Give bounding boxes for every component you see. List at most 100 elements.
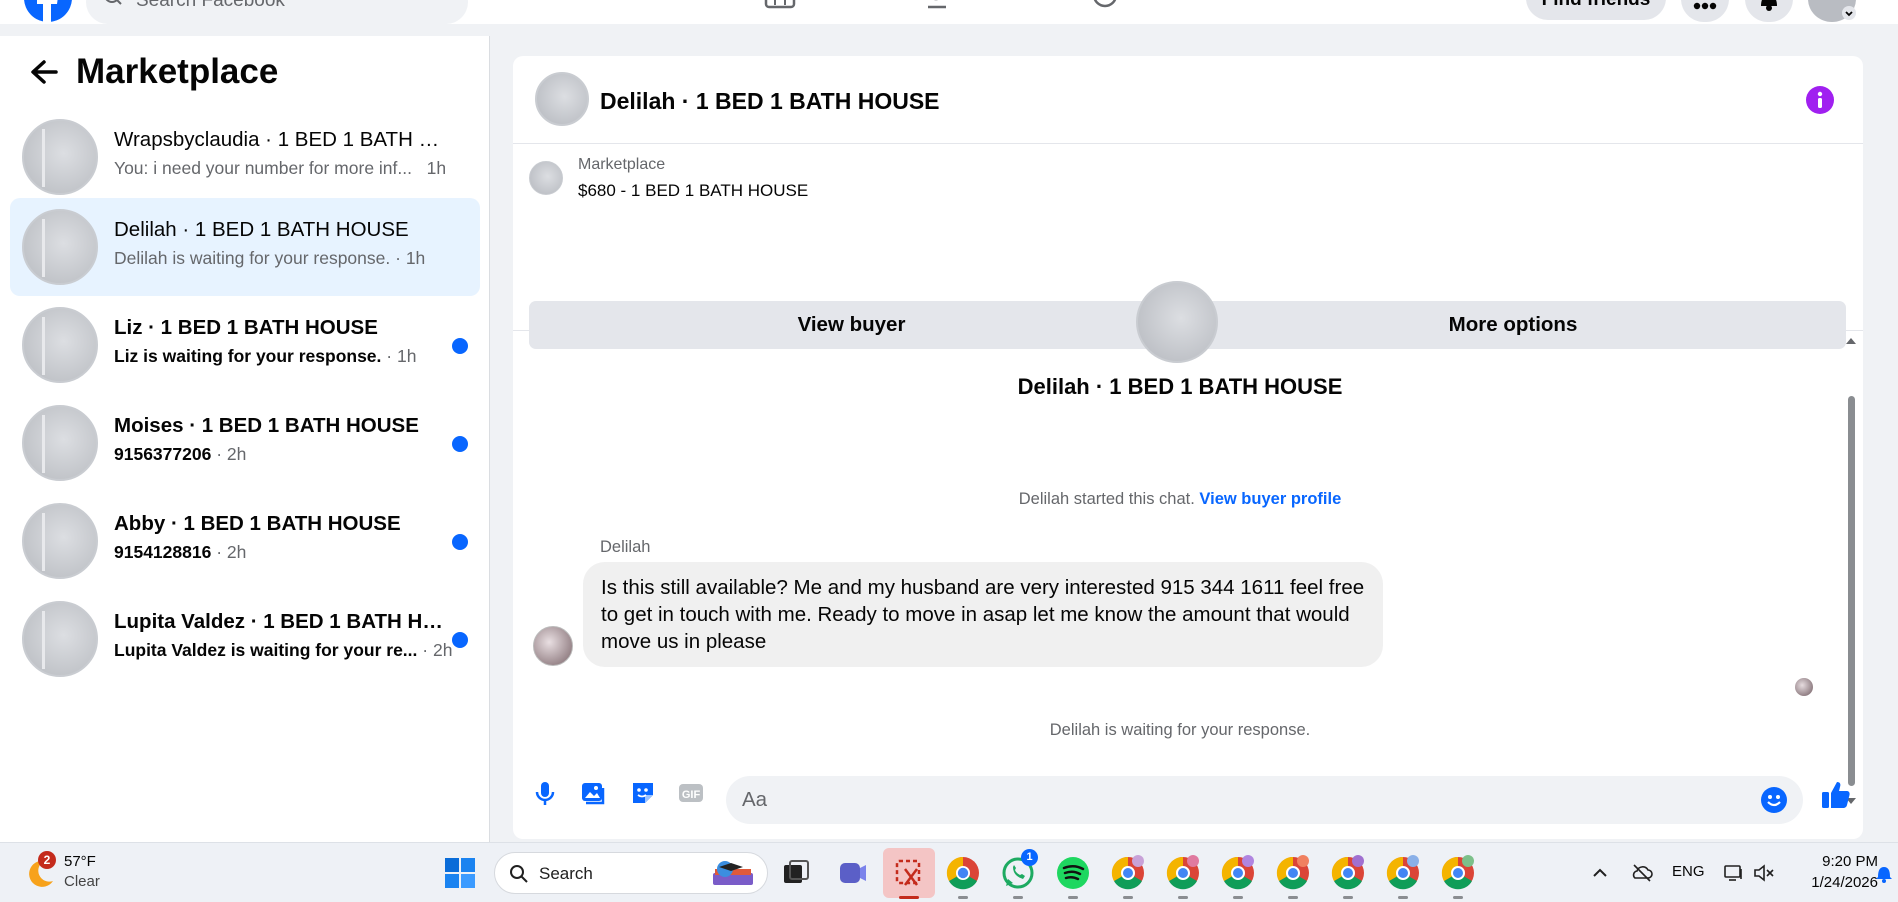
- chrome-profile-icon[interactable]: [1165, 855, 1201, 891]
- taskbar-search[interactable]: Search: [494, 852, 768, 894]
- chat-panel: Delilah · 1 BED 1 BATH HOUSE Marketplace…: [513, 56, 1863, 839]
- view-buyer-button[interactable]: View buyer: [529, 301, 1174, 349]
- conversation-preview: 9156377206 · 2h: [114, 444, 247, 464]
- notifications-icon: [1761, 0, 1777, 11]
- app-running-indicator: [1068, 896, 1078, 899]
- find-friends-button[interactable]: Find friends: [1526, 0, 1666, 20]
- message-bubble[interactable]: Is this still available? Me and my husba…: [583, 562, 1383, 667]
- conversation-name: Moises · 1 BED 1 BATH HOUSE: [114, 414, 419, 437]
- buyer-name-heading: Delilah · 1 BED 1 BATH HOUSE: [1017, 374, 1343, 399]
- view-buyer-profile-link[interactable]: View buyer profile: [1199, 490, 1341, 508]
- weather-temperature[interactable]: 57°F: [64, 853, 96, 870]
- notification-bell-icon[interactable]: [1874, 862, 1894, 884]
- volume-muted-icon[interactable]: [1752, 861, 1776, 885]
- message-input[interactable]: [742, 776, 1742, 824]
- marketplace-icon[interactable]: [763, 0, 797, 13]
- chat-header-avatar[interactable]: [535, 72, 589, 126]
- weather-badge: 2: [38, 851, 56, 869]
- thumbs-up-icon[interactable]: [1819, 778, 1853, 812]
- conversation-time: · 2h: [216, 444, 247, 464]
- windows-taskbar: 2 57°F Clear Search 1 ENG 9:20 PM 1/24/2…: [0, 842, 1898, 902]
- chrome-profile-icon[interactable]: [1275, 855, 1311, 891]
- weather-condition[interactable]: Clear: [64, 873, 100, 890]
- language-indicator[interactable]: ENG: [1672, 863, 1705, 880]
- conversation-item[interactable]: Lupita Valdez · 1 BED 1 BATH HO... Lupit…: [10, 590, 480, 688]
- unread-dot: [452, 436, 468, 452]
- conversation-preview: You: i need your number for more inf... …: [114, 158, 447, 178]
- start-icon[interactable]: [444, 857, 476, 889]
- waiting-response-note: Delilah is waiting for your response.: [1049, 721, 1311, 739]
- spotify-icon[interactable]: [1055, 855, 1091, 891]
- chat-scrollbar[interactable]: [1844, 336, 1858, 804]
- sticker-icon[interactable]: [629, 779, 657, 807]
- sender-avatar[interactable]: [533, 626, 573, 666]
- conversation-time: · 1h: [386, 346, 417, 366]
- conversation-avatar: [22, 405, 98, 481]
- listing-title[interactable]: $680 - 1 BED 1 BATH HOUSE: [578, 181, 808, 201]
- menu-button[interactable]: [1681, 0, 1729, 22]
- info-icon[interactable]: [1806, 86, 1834, 114]
- buyer-profile-avatar[interactable]: [1136, 281, 1218, 363]
- menu-grid-icon: [1693, 2, 1717, 10]
- chrome-profile-icon[interactable]: [1330, 855, 1366, 891]
- conversation-avatar: [22, 601, 98, 677]
- search-highlight-art-icon: [713, 861, 753, 885]
- app-running-indicator: [1288, 896, 1298, 899]
- back-arrow-icon[interactable]: [28, 58, 60, 86]
- conversation-name: Wrapsbyclaudia · 1 BED 1 BATH H...: [114, 128, 444, 151]
- more-options-button[interactable]: More options: [1180, 301, 1846, 349]
- conversation-time: · 2h: [216, 542, 247, 562]
- conversation-item-active[interactable]: Delilah · 1 BED 1 BATH HOUSE Delilah is …: [10, 198, 480, 296]
- conversation-preview: Liz is waiting for your response. · 1h: [114, 346, 417, 366]
- top-navigation-bar: Search Facebook Find friends: [0, 0, 1898, 24]
- app-running-indicator: [1013, 896, 1023, 899]
- account-chevron-icon[interactable]: [1842, 6, 1856, 20]
- notifications-button[interactable]: [1745, 0, 1793, 22]
- svg-text:GIF: GIF: [682, 789, 701, 801]
- chat-header-title[interactable]: Delilah · 1 BED 1 BATH HOUSE: [600, 88, 940, 115]
- marketplace-inbox-panel: Marketplace Wrapsbyclaudia · 1 BED 1 BAT…: [0, 36, 490, 842]
- snipping-tool-active-indicator: [899, 896, 919, 899]
- chrome-profile-icon[interactable]: [1440, 855, 1476, 891]
- onedrive-offline-icon[interactable]: [1630, 861, 1654, 885]
- photo-icon[interactable]: [579, 779, 607, 807]
- message-composer[interactable]: [726, 776, 1803, 824]
- chevron-up-icon[interactable]: [1588, 861, 1612, 885]
- gaming-icon[interactable]: [1088, 0, 1122, 13]
- chrome-profile-icon[interactable]: [1110, 855, 1146, 891]
- chrome-profile-icon[interactable]: [1220, 855, 1256, 891]
- facebook-search-placeholder: Search Facebook: [136, 0, 285, 11]
- app-running-indicator: [1178, 896, 1188, 899]
- chrome-profile-icon[interactable]: [1385, 855, 1421, 891]
- conversation-item[interactable]: Liz · 1 BED 1 BATH HOUSE Liz is waiting …: [10, 296, 480, 394]
- chrome-icon[interactable]: [945, 855, 981, 891]
- conversation-item[interactable]: Moises · 1 BED 1 BATH HOUSE 9156377206 ·…: [10, 394, 480, 492]
- teams-icon[interactable]: [834, 855, 870, 891]
- listing-thumbnail[interactable]: [529, 161, 563, 195]
- scroll-up-icon[interactable]: [1844, 336, 1858, 346]
- conversation-avatar: [22, 307, 98, 383]
- snipping-tool-icon[interactable]: [891, 855, 927, 891]
- unread-dot: [452, 534, 468, 550]
- task-view-icon[interactable]: [778, 855, 814, 891]
- search-icon: [105, 0, 122, 5]
- conversation-item[interactable]: Wrapsbyclaudia · 1 BED 1 BATH H... You: …: [10, 108, 480, 206]
- search-icon: [510, 865, 528, 883]
- conversation-name: Liz · 1 BED 1 BATH HOUSE: [114, 316, 378, 339]
- scrollbar-thumb[interactable]: [1848, 396, 1855, 786]
- conversation-time: 1h: [426, 158, 447, 178]
- facebook-logo-icon[interactable]: [18, 0, 78, 22]
- microphone-icon[interactable]: [531, 779, 559, 807]
- emoji-icon[interactable]: [1760, 786, 1788, 814]
- app-running-indicator: [1123, 896, 1133, 899]
- app-running-indicator: [1233, 896, 1243, 899]
- network-icon[interactable]: [1722, 861, 1746, 885]
- groups-icon[interactable]: [924, 0, 958, 13]
- clock-time[interactable]: 9:20 PM: [1798, 853, 1878, 870]
- conversation-time: · 2h: [422, 640, 453, 660]
- conversation-item[interactable]: Abby · 1 BED 1 BATH HOUSE 9154128816 · 2…: [10, 492, 480, 590]
- clock-date[interactable]: 1/24/2026: [1788, 874, 1878, 891]
- gif-icon[interactable]: GIF: [677, 779, 705, 807]
- conversation-preview: Lupita Valdez is waiting for your re... …: [114, 640, 453, 660]
- seen-indicator-avatar: [1795, 678, 1813, 696]
